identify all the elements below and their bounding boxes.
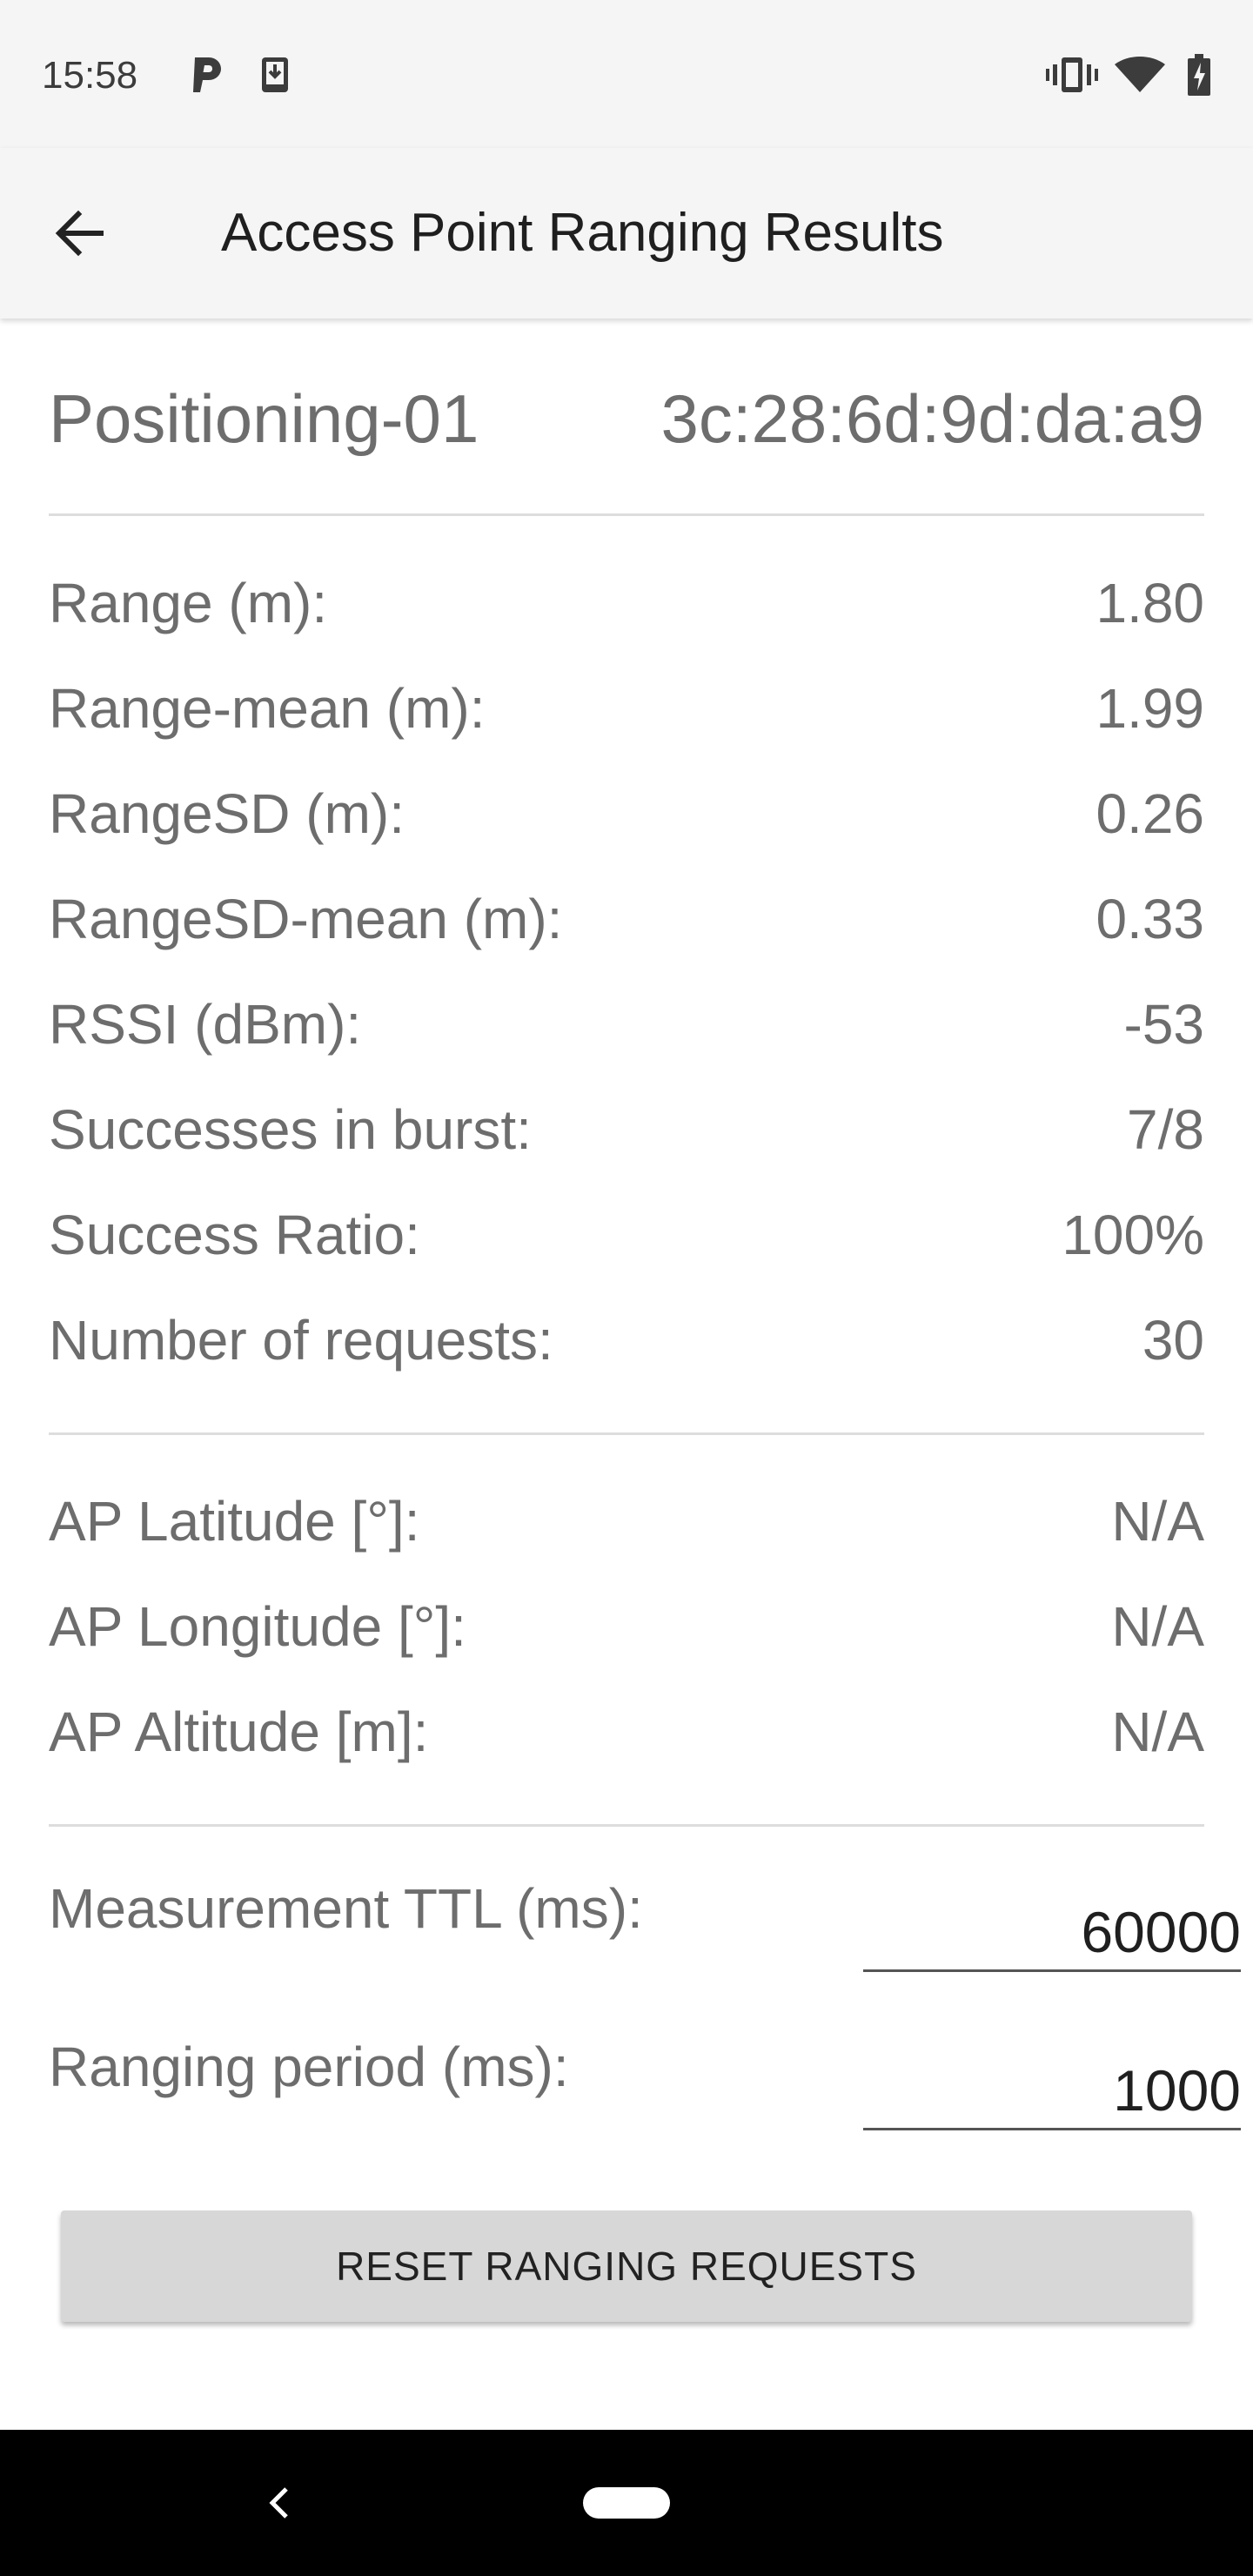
nav-back-icon[interactable] [244, 2468, 313, 2538]
ranging-period-input[interactable] [863, 2052, 1241, 2130]
location-label: AP Altitude [m]: [49, 1701, 429, 1763]
stat-row-rangesd-mean: RangeSD-mean (m): 0.33 [49, 887, 1204, 951]
reset-ranging-requests-button[interactable]: RESET RANGING REQUESTS [61, 2210, 1192, 2322]
location-row-altitude: AP Altitude [m]: N/A [49, 1700, 1204, 1764]
stat-row-rssi: RSSI (dBm): -53 [49, 992, 1204, 1057]
home-pill-icon[interactable] [583, 2487, 670, 2519]
status-time: 15:58 [42, 54, 138, 97]
stat-row-range: Range (m): 1.80 [49, 571, 1204, 635]
stat-label: RangeSD-mean (m): [49, 888, 563, 950]
location-value: N/A [1111, 1490, 1204, 1553]
stat-value: 0.26 [1096, 782, 1204, 845]
app-bar: Access Point Ranging Results [0, 148, 1253, 319]
stat-row-successes: Successes in burst: 7/8 [49, 1097, 1204, 1162]
stat-label: Successes in burst: [49, 1098, 532, 1161]
divider [49, 1824, 1204, 1827]
stat-label: Number of requests: [49, 1309, 553, 1372]
ranging-period-label: Ranging period (ms): [49, 2036, 569, 2098]
divider [49, 1432, 1204, 1435]
location-value: N/A [1111, 1701, 1204, 1763]
stat-value: 1.99 [1096, 677, 1204, 740]
access-point-header: Positioning-01 3c:28:6d:9d:da:a9 [49, 379, 1204, 459]
download-icon [252, 52, 298, 97]
location-label: AP Longitude [°]: [49, 1595, 466, 1658]
stat-label: Range-mean (m): [49, 677, 486, 740]
stat-value: 0.33 [1096, 888, 1204, 950]
page-title: Access Point Ranging Results [221, 203, 944, 263]
stat-value: 7/8 [1127, 1098, 1204, 1161]
stat-label: Range (m): [49, 572, 328, 634]
location-row-longitude: AP Longitude [°]: N/A [49, 1594, 1204, 1659]
stat-value: 1.80 [1096, 572, 1204, 634]
stat-row-success-ratio: Success Ratio: 100% [49, 1203, 1204, 1267]
stat-row-requests: Number of requests: 30 [49, 1308, 1204, 1372]
status-bar: 15:58 [0, 0, 1253, 148]
battery-charging-icon [1182, 52, 1216, 97]
stat-value: 30 [1142, 1309, 1204, 1372]
wifi-icon [1114, 52, 1166, 97]
stat-value: -53 [1123, 993, 1205, 1056]
arrow-back-icon[interactable] [35, 190, 122, 277]
vibrate-icon [1044, 52, 1100, 97]
location-row-latitude: AP Latitude [°]: N/A [49, 1489, 1204, 1553]
stat-row-range-mean: Range-mean (m): 1.99 [49, 676, 1204, 741]
stat-row-rangesd: RangeSD (m): 0.26 [49, 782, 1204, 846]
stat-label: RangeSD (m): [49, 782, 405, 845]
navigation-bar [0, 2430, 1253, 2576]
location-label: AP Latitude [°]: [49, 1490, 420, 1553]
ttl-setting-row: Measurement TTL (ms): [49, 1859, 1241, 1989]
stat-value: 100% [1062, 1204, 1204, 1266]
ap-bssid: 3c:28:6d:9d:da:a9 [660, 380, 1204, 457]
ranging-period-row: Ranging period (ms): [49, 2017, 1241, 2148]
stat-label: RSSI (dBm): [49, 993, 362, 1056]
parking-icon [184, 52, 230, 97]
ap-ssid: Positioning-01 [49, 380, 479, 457]
location-value: N/A [1111, 1595, 1204, 1658]
ttl-input[interactable] [863, 1894, 1241, 1972]
ttl-label: Measurement TTL (ms): [49, 1877, 643, 1940]
divider [49, 513, 1204, 516]
stat-label: Success Ratio: [49, 1204, 420, 1266]
